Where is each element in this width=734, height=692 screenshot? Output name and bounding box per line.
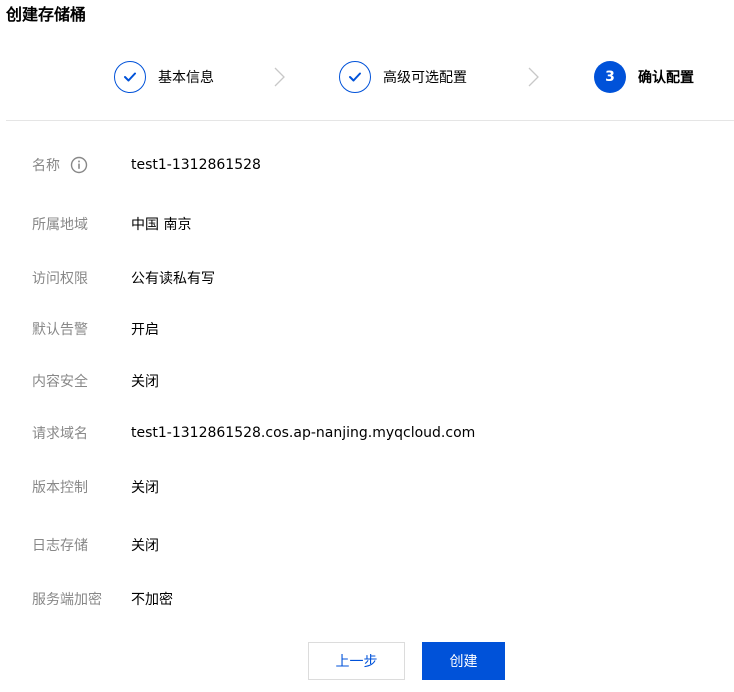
field-value: 公有读私有写 [131,271,215,287]
check-icon [114,61,146,93]
field-value: test1-1312861528.cos.ap-nanjing.myqcloud… [131,425,476,441]
field-label: 请求域名 [32,426,88,442]
field-label: 所属地域 [32,217,88,233]
field-label: 访问权限 [32,271,88,287]
field-value: 开启 [131,322,159,338]
field-label: 默认告警 [32,322,88,338]
step-label: 基本信息 [158,70,214,86]
field-label: 内容安全 [32,374,88,390]
chevron-right-icon [274,67,285,87]
field-row-name: 名称 test1-1312861528 [0,153,734,177]
field-value: 关闭 [131,538,159,554]
check-icon [339,61,371,93]
field-value: test1-1312861528 [131,157,261,173]
page-title: 创建存储桶 [6,5,87,24]
field-row-region: 所属地域 中国 南京 [0,212,734,236]
divider [6,120,734,121]
step-advanced-config: 高级可选配置 [339,60,467,94]
step-basic-info: 基本信息 [114,60,214,94]
field-row-versioning: 版本控制 关闭 [0,475,734,499]
create-button[interactable]: 创建 [422,642,505,680]
field-label-text: 名称 [32,158,60,174]
field-value: 中国 南京 [131,217,192,233]
steps-indicator: 基本信息 高级可选配置 3 确认配置 [0,58,734,98]
step-label: 高级可选配置 [383,70,467,86]
field-row-content-security: 内容安全 关闭 [0,369,734,393]
field-value: 关闭 [131,374,159,390]
field-label: 版本控制 [32,480,88,496]
prev-step-button[interactable]: 上一步 [308,642,405,680]
field-label: 名称 [32,155,88,175]
field-row-logging: 日志存储 关闭 [0,533,734,557]
info-icon[interactable] [70,156,88,174]
step-label: 确认配置 [638,70,694,86]
step-number-badge: 3 [594,61,626,93]
field-value: 关闭 [131,480,159,496]
field-label: 服务端加密 [32,592,102,608]
field-row-access: 访问权限 公有读私有写 [0,266,734,290]
field-row-encryption: 服务端加密 不加密 [0,587,734,611]
chevron-right-icon [528,67,539,87]
field-label: 日志存储 [32,538,88,554]
field-value: 不加密 [131,592,173,608]
field-row-domain: 请求域名 test1-1312861528.cos.ap-nanjing.myq… [0,421,734,445]
step-confirm-config: 3 确认配置 [594,60,694,94]
field-row-alarm: 默认告警 开启 [0,317,734,341]
